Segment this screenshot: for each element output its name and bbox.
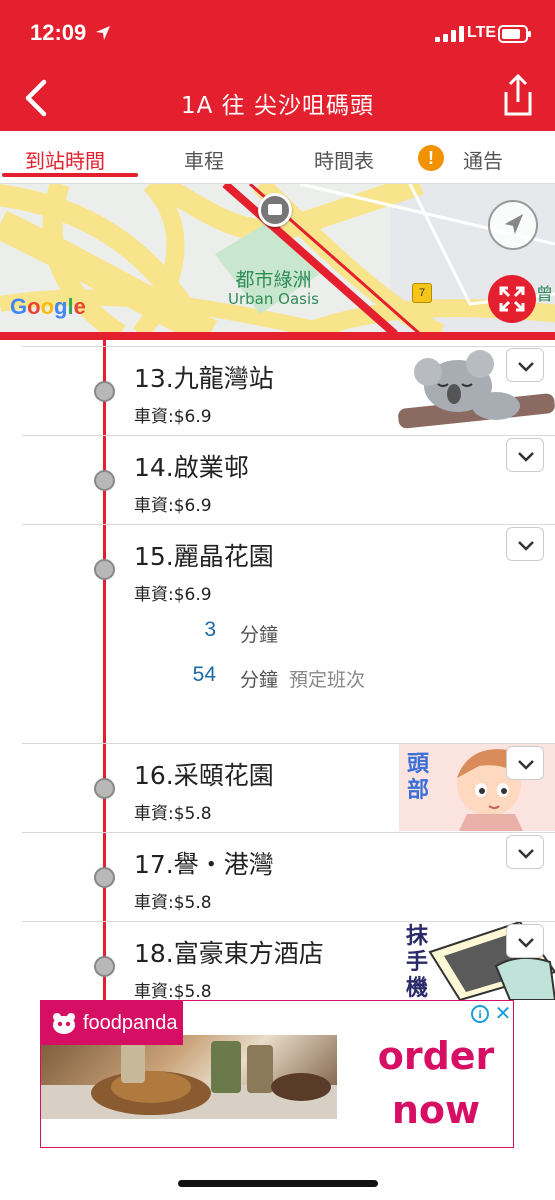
- stop-fare: 車資:$6.9: [134, 407, 212, 427]
- navigation-compass-icon[interactable]: [488, 200, 538, 250]
- top-bar: 12:09 LTE 1A 往 尖沙咀碼頭: [0, 0, 555, 131]
- google-logo: Google: [10, 294, 86, 319]
- chevron-down-icon: [518, 938, 534, 948]
- expand-stop-button[interactable]: [506, 835, 544, 869]
- network-type: LTE: [467, 24, 497, 41]
- stop-dot-icon: [94, 470, 115, 491]
- share-icon[interactable]: [498, 74, 538, 118]
- ad-info-icon[interactable]: i: [471, 1005, 489, 1023]
- ad-food-image: [41, 1035, 337, 1119]
- page-title: 1A 往 尖沙咀碼頭: [181, 93, 374, 119]
- eta-scheduled-note: 預定班次: [289, 669, 366, 691]
- stop-name: 14.啟業邨: [134, 453, 249, 482]
- eta-minutes: 54: [192, 663, 216, 686]
- food-photo-icon: [41, 1041, 337, 1119]
- panda-logo-icon: [53, 1013, 75, 1034]
- stop-name: 18.富豪東方酒店: [134, 939, 324, 968]
- expand-stop-button[interactable]: [506, 527, 544, 561]
- map-place-label: 都市綠洲 Urban Oasis: [228, 270, 319, 307]
- stop-fare: 車資:$5.8: [134, 804, 212, 824]
- stop-name: 15.麗晶花園: [134, 542, 274, 571]
- ad-cta-line1: order: [377, 1034, 495, 1078]
- sticker-text: 抹手機: [406, 924, 429, 1000]
- stop-dot-icon: [94, 559, 115, 580]
- stop-dot-icon: [94, 956, 115, 977]
- stop-name: 16.采頤花園: [134, 761, 274, 790]
- stop-row-expanded[interactable]: 15.麗晶花園 車資:$6.9: [22, 524, 555, 743]
- fullscreen-expand-icon[interactable]: [488, 275, 536, 323]
- stop-fare: 車資:$5.8: [134, 893, 212, 913]
- map-divider: [0, 332, 555, 340]
- sticker-text: 頭部: [407, 752, 430, 803]
- tab-timetable[interactable]: 時間表: [314, 145, 374, 174]
- location-arrow-icon: [96, 26, 110, 40]
- ad-brand-label: foodpanda: [41, 1001, 183, 1045]
- status-bar: 12:09 LTE: [0, 0, 555, 68]
- stop-name: 13.九龍灣站: [134, 364, 274, 393]
- stop-name: 17.譽・港灣: [134, 850, 274, 879]
- tab-bar: 到站時間 車程 時間表 通告: [0, 131, 555, 184]
- expand-stop-button[interactable]: [506, 924, 544, 958]
- home-indicator[interactable]: [178, 1180, 378, 1187]
- eta-unit: 分鐘: [240, 624, 279, 646]
- chevron-down-icon: [518, 541, 534, 551]
- ad-brand-name: foodpanda: [83, 1012, 178, 1034]
- tab-journey[interactable]: 車程: [184, 145, 224, 174]
- ad-close-icon[interactable]: ✕: [493, 1003, 513, 1023]
- chevron-down-icon: [518, 849, 534, 859]
- bus-stop-marker-icon[interactable]: [258, 193, 292, 227]
- status-time: 12:09: [30, 20, 87, 45]
- place-name-cn: 都市綠洲: [235, 269, 312, 291]
- ad-banner[interactable]: foodpanda order now i ✕: [40, 1000, 514, 1148]
- stop-fare: 車資:$5.8: [134, 982, 212, 1002]
- stop-dot-icon: [94, 867, 115, 888]
- expand-stop-button[interactable]: [506, 746, 544, 780]
- stop-dot-icon: [94, 381, 115, 402]
- expand-stop-button[interactable]: [506, 438, 544, 472]
- stop-fare: 車資:$6.9: [134, 585, 212, 605]
- eta-minutes: 3: [204, 618, 216, 641]
- route-number-badge: 7: [412, 283, 432, 303]
- expand-stop-button[interactable]: [506, 348, 544, 382]
- ad-cta-line2: now: [391, 1088, 481, 1132]
- stop-dot-icon: [94, 778, 115, 799]
- place-name-en: Urban Oasis: [228, 289, 319, 308]
- active-tab-indicator: [2, 173, 138, 177]
- chevron-down-icon: [518, 452, 534, 462]
- warning-icon: !: [418, 145, 444, 171]
- tab-notices[interactable]: 通告: [463, 145, 503, 174]
- eta-unit: 分鐘: [240, 669, 279, 691]
- chevron-down-icon: [518, 760, 534, 770]
- stop-fare: 車資:$6.9: [134, 496, 212, 516]
- battery-icon: [498, 25, 531, 43]
- signal-bars-icon: [435, 26, 464, 42]
- map-edge-label: 曾: [536, 285, 553, 305]
- ad-cta-button[interactable]: order now: [361, 1029, 511, 1137]
- tab-arrival-time[interactable]: 到站時間: [25, 145, 105, 174]
- chevron-down-icon: [518, 362, 534, 372]
